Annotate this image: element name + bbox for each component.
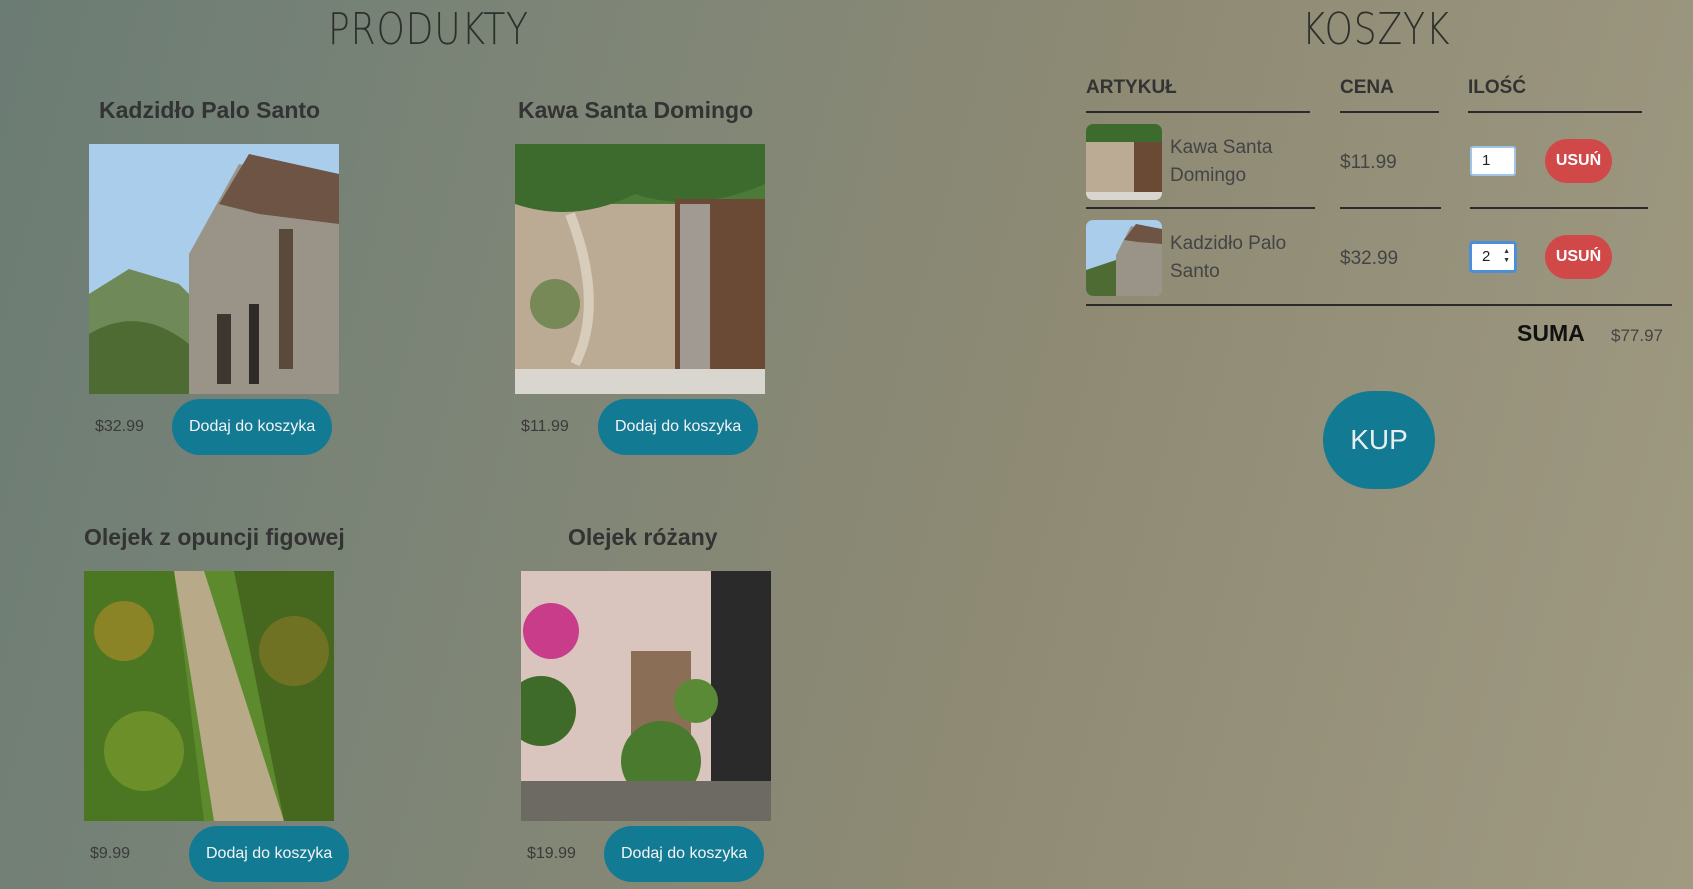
add-to-cart-button[interactable]: Dodaj do koszyka [172,399,333,455]
add-to-cart-button[interactable]: Dodaj do koszyka [604,826,765,882]
total-value: $77.97 [1611,326,1663,345]
products-title: PRODUKTY [328,4,529,55]
cart-item-price: $11.99 [1340,152,1397,173]
divider [1340,111,1439,113]
cart-header-price: CENA [1340,77,1394,98]
product-price: $32.99 [95,418,144,435]
quantity-value: 1 [1482,152,1491,169]
product-price: $19.99 [527,845,576,862]
divider [1086,207,1315,209]
divider [1086,111,1310,113]
product-name: Kadzidło Palo Santo [99,97,321,123]
product-image [89,144,339,394]
buy-button[interactable]: KUP [1323,391,1435,489]
cart-item-thumbnail [1086,220,1162,296]
divider [1470,207,1648,209]
cart-item-name: Kawa Santa Domingo [1170,137,1273,186]
cart-item-name: Kadzidło Palo Santo [1170,233,1287,282]
quantity-input[interactable]: 1 [1470,146,1516,176]
spinner-icon[interactable]: ▲ ▼ [1503,247,1510,265]
quantity-value: 2 [1482,248,1491,265]
remove-button[interactable]: USUŃ [1545,235,1612,279]
add-to-cart-button[interactable]: Dodaj do koszyka [189,826,350,882]
add-to-cart-button[interactable]: Dodaj do koszyka [598,399,759,455]
quantity-input[interactable]: 2 ▲ ▼ [1470,242,1516,272]
product-name: Olejek z opuncji figowej [84,524,345,550]
divider [1340,207,1441,209]
divider [1086,304,1672,306]
cart-header-qty: ILOŚĆ [1468,77,1527,98]
product-price: $9.99 [90,845,131,862]
product-image [515,144,765,394]
cart-title: KOSZYK [1302,4,1451,55]
total-label: SUMA [1517,320,1585,346]
product-name: Olejek różany [568,524,718,550]
product-image [84,571,334,821]
remove-button[interactable]: USUŃ [1545,139,1612,183]
product-price: $11.99 [521,418,569,435]
product-name: Kawa Santa Domingo [518,97,754,123]
cart-item-price: $32.99 [1340,248,1399,269]
cart-header-item: ARTYKUŁ [1086,77,1177,98]
divider [1468,111,1642,113]
product-image [521,571,771,821]
cart-item-thumbnail [1086,124,1162,200]
